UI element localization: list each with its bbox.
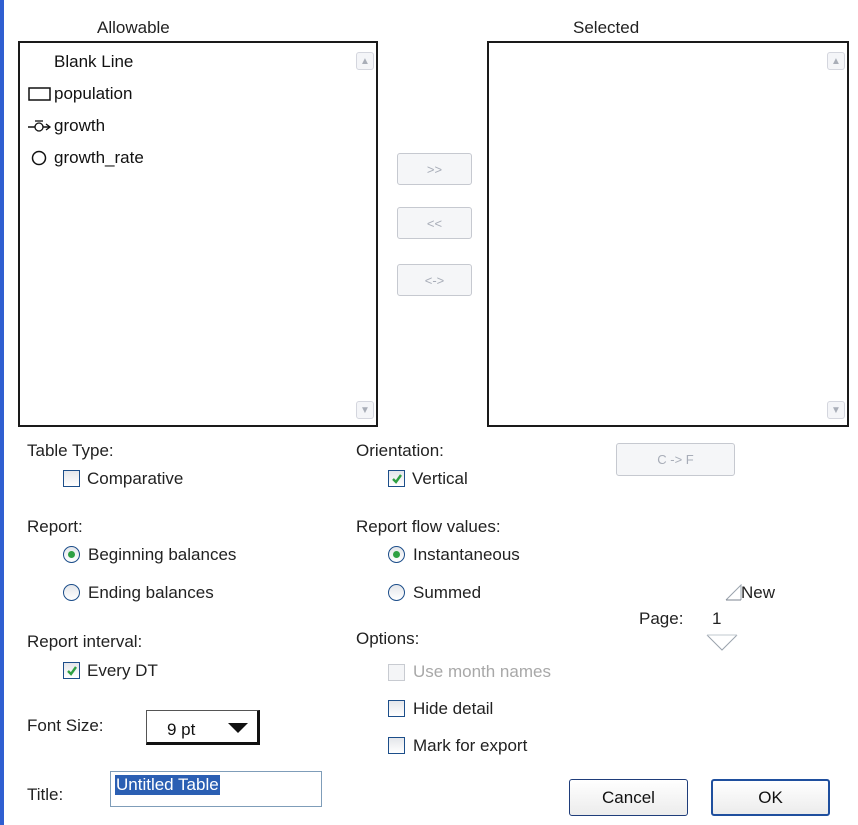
summed-label: Summed — [413, 583, 482, 602]
vertical-checkbox[interactable] — [388, 470, 405, 487]
swap-button[interactable]: <-> — [397, 264, 472, 296]
mark-for-export-checkbox[interactable] — [388, 737, 405, 754]
report-flow-label: Report flow values: — [356, 517, 501, 536]
checkmark-icon — [392, 474, 402, 484]
comparative-checkbox[interactable] — [63, 470, 80, 487]
selected-scrollbar[interactable]: ▲ ▼ — [827, 45, 845, 423]
hide-detail-checkbox[interactable] — [388, 700, 405, 717]
allowable-scrollbar[interactable]: ▲ ▼ — [356, 45, 374, 423]
every-dt-label: Every DT — [87, 661, 158, 680]
add-button[interactable]: >> — [397, 153, 472, 185]
scroll-down-icon[interactable]: ▼ — [356, 401, 374, 419]
list-item[interactable]: growth — [26, 113, 105, 139]
ok-button[interactable]: OK — [711, 779, 830, 816]
flow-icon — [26, 116, 54, 136]
report-interval-label: Report interval: — [27, 632, 143, 651]
dropdown-arrow-icon — [228, 723, 248, 733]
comparative-label: Comparative — [87, 469, 184, 488]
hide-detail-label: Hide detail — [413, 699, 494, 718]
beginning-balances-label: Beginning balances — [88, 545, 237, 564]
title-label: Title: — [27, 785, 64, 804]
report-label: Report: — [27, 517, 83, 536]
blank-line-icon — [26, 52, 54, 72]
use-month-names-checkbox[interactable] — [388, 664, 405, 681]
font-size-value: 9 pt — [167, 720, 196, 739]
use-month-names-label: Use month names — [413, 662, 551, 681]
instantaneous-radio[interactable] — [388, 546, 405, 563]
options-label: Options: — [356, 629, 420, 648]
scroll-up-icon[interactable]: ▲ — [827, 52, 845, 70]
scroll-up-icon[interactable]: ▲ — [356, 52, 374, 70]
list-item[interactable]: population — [26, 81, 132, 107]
page-down-arrow-icon[interactable] — [706, 632, 738, 657]
list-item[interactable]: growth_rate — [26, 145, 144, 171]
page-number: 1 — [712, 609, 722, 628]
title-input-value: Untitled Table — [115, 775, 220, 795]
cancel-button[interactable]: Cancel — [569, 779, 688, 816]
allowable-listbox[interactable]: Blank Line population growth growth_rate… — [18, 41, 378, 427]
font-size-select[interactable]: 9 pt — [146, 710, 260, 745]
converter-icon — [26, 148, 54, 168]
window-left-edge — [0, 0, 4, 825]
stock-icon — [26, 84, 54, 104]
instantaneous-label: Instantaneous — [413, 545, 520, 564]
title-input[interactable]: Untitled Table — [110, 771, 322, 807]
vertical-label: Vertical — [412, 469, 468, 488]
remove-button[interactable]: << — [397, 207, 472, 239]
radio-selected-dot — [68, 551, 75, 558]
font-size-label: Font Size: — [27, 716, 104, 735]
cf-button[interactable]: C -> F — [616, 443, 735, 476]
every-dt-checkbox[interactable] — [63, 662, 80, 679]
ending-balances-label: Ending balances — [88, 583, 214, 602]
list-item[interactable]: Blank Line — [26, 49, 133, 75]
scroll-down-icon[interactable]: ▼ — [827, 401, 845, 419]
selected-listbox[interactable]: ▲ ▼ — [487, 41, 849, 427]
selected-header: Selected — [573, 18, 640, 37]
beginning-balances-radio[interactable] — [63, 546, 80, 563]
checkmark-icon — [67, 666, 77, 676]
ending-balances-radio[interactable] — [63, 584, 80, 601]
mark-for-export-label: Mark for export — [413, 736, 528, 755]
orientation-label: Orientation: — [356, 441, 444, 460]
table-type-label: Table Type: — [27, 441, 114, 460]
page-new-label[interactable]: New — [741, 583, 775, 603]
radio-selected-dot — [393, 551, 400, 558]
page-label: Page: — [639, 609, 684, 628]
allowable-header: Allowable — [97, 18, 170, 37]
summed-radio[interactable] — [388, 584, 405, 601]
